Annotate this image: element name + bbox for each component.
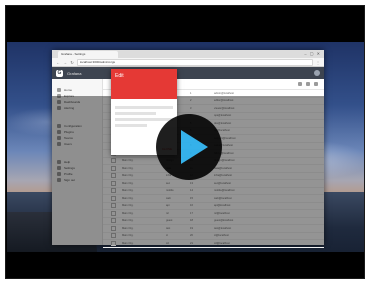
browser-tab[interactable]: Grafana - Settings (58, 51, 118, 58)
dialog-field[interactable] (115, 112, 156, 115)
forward-icon[interactable]: → (63, 60, 67, 65)
video-frame[interactable]: Grafana - Settings – ▢ ✕ ← → ↻ localhost… (5, 5, 365, 279)
table-cell: admin@localhost (214, 91, 234, 95)
filter-icon[interactable] (306, 82, 310, 86)
app-logo[interactable]: G (56, 69, 63, 77)
sidebar-icon (57, 88, 61, 92)
dialog-header: Edit (111, 69, 177, 99)
app-header: G Grafana (52, 67, 324, 79)
back-icon[interactable]: ← (56, 60, 60, 65)
sidebar-item-label: Home (64, 88, 73, 92)
avatar[interactable] (314, 70, 320, 76)
browser-toolbar: ← → ↻ localhost:3000/admin/orgs ⋮ (52, 58, 324, 67)
browser-titlebar: Grafana - Settings – ▢ ✕ (52, 50, 324, 58)
more-icon[interactable] (314, 82, 318, 86)
toolbar-icons (298, 82, 318, 86)
address-bar[interactable]: localhost:3000/admin/orgs (77, 58, 313, 66)
play-icon (181, 130, 208, 164)
reload-icon[interactable]: ↻ (70, 60, 74, 65)
table-cell: 1 (190, 91, 192, 95)
menu-icon[interactable]: ⋮ (316, 60, 320, 65)
search-icon[interactable] (298, 82, 302, 86)
app-title: Grafana (67, 70, 82, 76)
dialog-title: Edit (115, 73, 124, 79)
window-controls[interactable]: – ▢ ✕ (304, 51, 321, 56)
dialog-field[interactable] (115, 106, 173, 109)
dialog-field[interactable] (115, 124, 147, 127)
play-button[interactable] (156, 114, 222, 180)
